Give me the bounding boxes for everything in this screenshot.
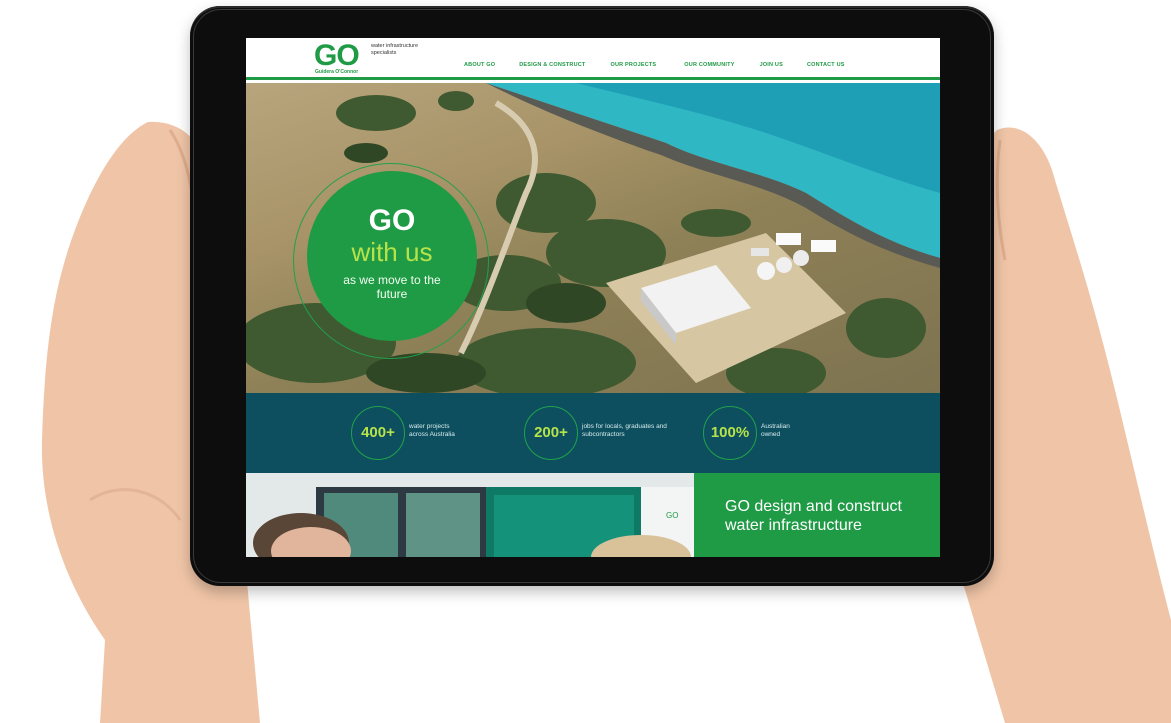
site-logo[interactable]: GO xyxy=(314,40,360,72)
hero-banner: GO with us as we move to the future xyxy=(246,83,940,393)
hero-callout-circle: GO with us as we move to the future xyxy=(307,171,477,341)
promo-panel[interactable]: GO design and construct water infrastruc… xyxy=(694,473,940,557)
hero-subheading: with us xyxy=(351,237,433,267)
screen-logo: GO xyxy=(666,511,678,520)
hero-heading: GO xyxy=(368,204,416,237)
nav-join-us[interactable]: JOIN US xyxy=(760,62,783,68)
site-header: GO Guidera O'Connor water infrastructure… xyxy=(246,38,940,80)
logo-company-name: Guidera O'Connor xyxy=(315,69,359,75)
nav-about-go[interactable]: ABOUT GO xyxy=(464,62,495,68)
engineers-photo: GO xyxy=(246,473,694,557)
nav-contact-us[interactable]: CONTACT US xyxy=(807,62,845,68)
nav-design-construct[interactable]: DESIGN & CONSTRUCT xyxy=(519,62,585,68)
stat-value: 100% xyxy=(710,424,750,441)
tablet-screen: GO Guidera O'Connor water infrastructure… xyxy=(246,38,940,557)
nav-our-projects[interactable]: OUR PROJECTS xyxy=(611,62,657,68)
stat-label: water projects across Australia xyxy=(409,423,455,438)
nav-our-community[interactable]: OUR COMMUNITY xyxy=(684,62,734,68)
logo-tagline: water infrastructure specialists xyxy=(371,43,419,56)
hero-tagline: as we move to the future xyxy=(343,273,441,301)
stat-label: jobs for locals, graduates and subcontra… xyxy=(582,423,667,438)
stat-label: Australian owned xyxy=(761,423,790,438)
promo-heading: GO design and construct water infrastruc… xyxy=(725,498,902,534)
stats-bar: 400+ water projects across Australia 200… xyxy=(246,393,940,473)
main-nav: ABOUT GO DESIGN & CONSTRUCT OUR PROJECTS… xyxy=(464,62,845,68)
stat-value: 200+ xyxy=(534,424,568,441)
stat-value: 400+ xyxy=(361,424,395,441)
